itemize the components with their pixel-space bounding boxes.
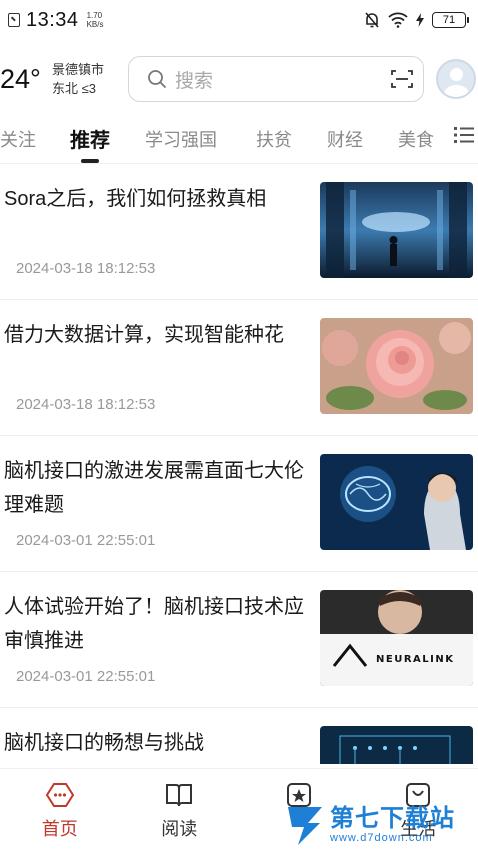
tab-recommend[interactable]: 推荐 — [70, 117, 110, 163]
weather-temperature[interactable]: 24° — [0, 64, 48, 95]
network-speed: 1.70 KB/s — [87, 11, 104, 29]
wifi-icon — [388, 12, 408, 28]
news-title[interactable]: 脑机接口的激进发展需直面七大伦理难题 — [4, 454, 304, 522]
tab-study[interactable]: 学习强国 — [145, 117, 217, 161]
watermark-logo-icon — [288, 807, 322, 845]
news-title[interactable]: 脑机接口的畅想与挑战 — [4, 726, 304, 760]
nav-home[interactable]: 首页 — [0, 769, 120, 850]
news-time: 2024-03-18 18:12:53 — [16, 260, 156, 277]
watermark-title: 第七下载站 — [330, 805, 455, 832]
home-icon — [45, 783, 74, 807]
notification-icon — [8, 13, 20, 27]
weather-info[interactable]: 景德镇市 东北 ≤3 — [52, 60, 118, 98]
battery-indicator: 71 — [432, 12, 469, 28]
news-time: 2024-03-18 18:12:53 — [16, 396, 156, 413]
scan-icon[interactable] — [391, 69, 413, 89]
news-thumbnail[interactable] — [320, 726, 473, 764]
mute-bell-icon — [365, 12, 379, 28]
search-icon — [148, 70, 166, 88]
watermark: 第七下载站 www.d7down.com — [284, 800, 478, 850]
tab-follow[interactable]: 关注 — [0, 117, 36, 161]
watermark-url: www.d7down.com — [330, 832, 433, 844]
nav-read[interactable]: 阅读 — [120, 769, 240, 850]
menu-icon[interactable] — [454, 124, 474, 146]
neuralink-image: NEURALINK — [320, 590, 473, 686]
brain-image — [320, 454, 473, 550]
news-title[interactable]: 借力大数据计算，实现智能种花 — [4, 318, 304, 352]
weather-wind: 东北 ≤3 — [52, 81, 96, 96]
weather-city: 景德镇市 — [52, 62, 105, 77]
status-time: 13:34 — [26, 8, 79, 31]
rose-image — [320, 318, 473, 414]
news-title[interactable]: 人体试验开始了！脑机接口技术应审慎推进 — [4, 590, 304, 658]
news-thumbnail[interactable] — [320, 318, 473, 414]
book-icon — [166, 784, 193, 807]
tab-poverty[interactable]: 扶贫 — [256, 117, 292, 161]
news-time: 2024-03-01 22:55:01 — [16, 532, 156, 549]
nav-home-label: 首页 — [41, 819, 78, 839]
neuralink-logo-text: NEURALINK — [376, 654, 454, 665]
news-item[interactable]: 脑机接口的激进发展需直面七大伦理难题 2024-03-01 22:55:01 — [0, 436, 478, 572]
news-item[interactable]: 脑机接口的畅想与挑战 — [0, 708, 478, 764]
category-tabs: 关注 推荐 学习强国 扶贫 财经 美食 — [0, 114, 478, 164]
charging-icon — [416, 13, 424, 27]
network-speed-value: 1.70 — [86, 11, 103, 20]
news-item[interactable]: 借力大数据计算，实现智能种花 2024-03-18 18:12:53 — [0, 300, 478, 436]
news-thumbnail[interactable] — [320, 182, 473, 278]
tab-food[interactable]: 美食 — [398, 117, 434, 161]
news-thumbnail[interactable] — [320, 454, 473, 550]
search-input[interactable]: 搜索 — [175, 66, 391, 93]
circuit-image — [320, 726, 473, 764]
news-item[interactable]: 人体试验开始了！脑机接口技术应审慎推进 2024-03-01 22:55:01 … — [0, 572, 478, 708]
tab-finance[interactable]: 财经 — [327, 117, 363, 161]
news-list: Sora之后，我们如何拯救真相 2024-03-18 18:12:53 借力大数… — [0, 164, 478, 764]
news-item[interactable]: Sora之后，我们如何拯救真相 2024-03-18 18:12:53 — [0, 164, 478, 300]
digital-corridor-image — [320, 182, 473, 278]
header: 24° 景德镇市 东北 ≤3 搜索 — [0, 54, 478, 104]
avatar[interactable] — [436, 59, 476, 99]
network-speed-unit: KB/s — [86, 20, 104, 29]
nav-read-label: 阅读 — [161, 819, 198, 839]
news-title[interactable]: Sora之后，我们如何拯救真相 — [4, 182, 304, 216]
search-bar[interactable]: 搜索 — [128, 56, 424, 102]
status-bar: 13:34 1.70 KB/s 71 — [0, 0, 478, 40]
news-time: 2024-03-01 22:55:01 — [16, 668, 156, 685]
news-thumbnail[interactable]: NEURALINK — [320, 590, 473, 686]
